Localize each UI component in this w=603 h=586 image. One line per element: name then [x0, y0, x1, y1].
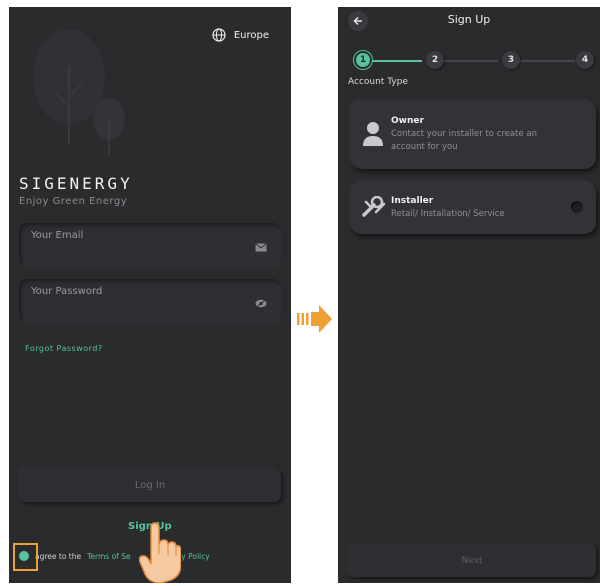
- login-button[interactable]: Log In: [19, 469, 281, 502]
- owner-description-line1: Contact your installer to create an: [391, 129, 537, 139]
- installer-option-card[interactable]: Installer Retail/ Installation/ Service: [350, 181, 596, 234]
- globe-icon: [212, 28, 226, 42]
- terms-link[interactable]: Terms of Se: [87, 552, 130, 561]
- step-2: 2: [426, 51, 444, 69]
- tree-illustration-small: [93, 98, 125, 155]
- next-button[interactable]: Next: [348, 544, 596, 577]
- terms-agreement: agree to the Terms of Se Privacy Policy: [19, 551, 210, 561]
- email-field[interactable]: Your Email: [19, 223, 281, 267]
- agree-text: agree to the: [35, 551, 82, 561]
- person-icon: [363, 122, 383, 146]
- login-screen: Europe SIGENERGY Enjoy Green Energy Your…: [9, 7, 291, 583]
- section-label: Account Type: [348, 77, 408, 87]
- tagline: Enjoy Green Energy: [19, 196, 128, 207]
- stepper-line-1: [368, 60, 422, 62]
- password-field[interactable]: Your Password: [19, 279, 281, 323]
- transition-arrow-icon: [297, 305, 332, 333]
- checkbox-highlight-annotation: [13, 543, 38, 571]
- forgot-password-link[interactable]: Forgot Password?: [25, 344, 103, 353]
- tools-icon: [362, 196, 386, 217]
- step-1: 1: [354, 51, 372, 69]
- stepper-line-2: [442, 60, 498, 62]
- installer-title: Installer: [391, 196, 434, 206]
- envelope-icon: [255, 243, 267, 252]
- region-selector[interactable]: Europe: [212, 28, 269, 42]
- stepper-line-3: [518, 60, 575, 62]
- step-4: 4: [576, 51, 594, 69]
- pointing-hand-icon: [139, 522, 181, 583]
- region-label: Europe: [233, 29, 269, 41]
- step-3: 3: [502, 51, 520, 69]
- eye-hidden-icon[interactable]: [255, 299, 267, 308]
- password-placeholder: Your Password: [31, 286, 103, 297]
- owner-description-line2: account for you: [391, 142, 458, 152]
- owner-title: Owner: [391, 116, 424, 126]
- signup-screen: Sign Up 1 2 3 4 Account Type Owner Conta…: [338, 7, 600, 583]
- page-title: Sign Up: [447, 13, 491, 26]
- installer-radio[interactable]: [571, 201, 583, 213]
- installer-description: Retail/ Installation/ Service: [391, 209, 505, 219]
- owner-option-card[interactable]: Owner Contact your installer to create a…: [350, 100, 596, 169]
- brand-logo: SIGENERGY: [19, 174, 133, 193]
- email-placeholder: Your Email: [31, 230, 84, 241]
